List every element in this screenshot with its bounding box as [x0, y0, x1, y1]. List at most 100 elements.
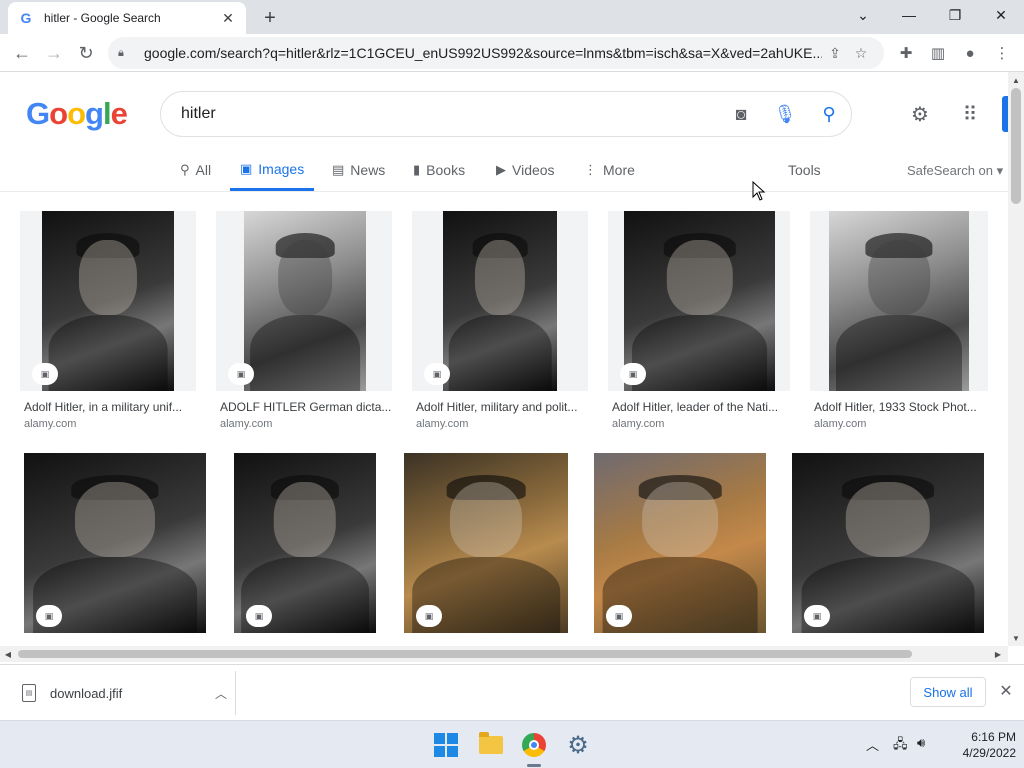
scroll-left-arrow-icon[interactable]: ◀ — [0, 646, 16, 662]
scroll-down-arrow-icon[interactable]: ▼ — [1008, 630, 1024, 646]
tab-news[interactable]: ▤ News — [332, 150, 385, 190]
close-shelf-icon[interactable]: ✕ — [996, 681, 1016, 701]
settings-gear-icon[interactable]: ⚙ — [906, 100, 934, 128]
share-icon[interactable]: ⇪ — [822, 45, 848, 62]
result-source[interactable]: alamy.com — [814, 418, 866, 430]
forward-button[interactable]: → — [40, 39, 68, 67]
file-explorer-button[interactable] — [475, 729, 507, 761]
start-button[interactable] — [430, 729, 462, 761]
tools-button[interactable]: Tools — [788, 162, 821, 178]
thumbnail-frame[interactable] — [810, 211, 988, 391]
thumbnail-frame[interactable]: ▣ — [608, 211, 790, 391]
image-result[interactable]: ▣ — [792, 453, 984, 633]
camera-icon[interactable]: ◙ — [719, 92, 763, 136]
thumbnail-frame[interactable]: ▣ — [24, 453, 206, 633]
system-clock[interactable]: 6:16 PM 4/29/2022 — [940, 729, 1016, 761]
thumbnail-frame[interactable]: ▣ — [404, 453, 568, 633]
chrome-taskbar-button[interactable] — [518, 729, 550, 767]
thumbnail-image[interactable] — [42, 211, 174, 391]
thumbnail-image[interactable] — [443, 211, 557, 391]
folder-icon — [479, 732, 503, 754]
image-result[interactable]: ▣ Adolf Hitler, leader of the Nati... al… — [608, 211, 790, 436]
extensions-icon[interactable]: ✚ — [892, 39, 920, 67]
tab-images[interactable]: ▣ Images — [230, 150, 315, 191]
tab-more[interactable]: ⋮ More — [584, 150, 635, 190]
result-caption[interactable]: Adolf Hitler, military and polit... — [416, 400, 588, 414]
minimize-button[interactable]: — — [886, 0, 932, 30]
scroll-right-arrow-icon[interactable]: ▶ — [990, 646, 1006, 662]
thumbnail-frame[interactable]: ▣ — [216, 211, 392, 391]
result-source[interactable]: alamy.com — [24, 418, 76, 430]
url-text[interactable]: google.com/search?q=hitler&rlz=1C1GCEU_e… — [144, 45, 822, 61]
thumbnail-frame[interactable]: ▣ — [20, 211, 196, 391]
thumbnail-image[interactable] — [829, 211, 969, 391]
search-box[interactable]: hitler ◙ 🎙︎ ⚲ — [160, 91, 852, 137]
windows-logo-icon — [434, 733, 458, 757]
close-tab-icon[interactable]: ✕ — [220, 10, 236, 26]
safesearch-toggle[interactable]: SafeSearch on ▾ — [907, 163, 1003, 179]
image-result[interactable]: ▣ — [24, 453, 206, 633]
image-badge-icon: ▣ — [424, 363, 450, 385]
profile-avatar-icon[interactable]: ● — [956, 39, 984, 67]
tab-all[interactable]: ⚲ All — [180, 150, 211, 190]
news-icon: ▤ — [332, 162, 345, 177]
vertical-scroll-thumb[interactable] — [1011, 88, 1021, 204]
apps-grid-icon[interactable]: ⠿ — [956, 100, 984, 128]
network-icon[interactable]: 🖧︎ — [893, 735, 908, 757]
close-window-button[interactable]: ✕ — [978, 0, 1024, 30]
vertical-scrollbar[interactable]: ▲ ▼ — [1008, 72, 1024, 646]
result-source[interactable]: alamy.com — [220, 418, 272, 430]
settings-taskbar-button[interactable]: ⚙ — [562, 729, 594, 761]
image-result[interactable]: ▣ — [234, 453, 376, 633]
chevron-up-icon[interactable]: ︿ — [866, 735, 879, 754]
microphone-icon[interactable]: 🎙︎ — [763, 92, 807, 136]
thumbnail-frame[interactable]: ▣ — [594, 453, 766, 633]
thumbnail-image[interactable] — [624, 211, 775, 391]
restore-button[interactable]: ❐ — [932, 0, 978, 30]
horizontal-scrollbar[interactable]: ◀ ▶ — [0, 646, 1008, 662]
thumbnail-frame[interactable]: ▣ — [792, 453, 984, 633]
result-caption[interactable]: ADOLF HITLER German dicta... — [220, 400, 392, 414]
thumbnail-frame[interactable]: ▣ — [412, 211, 588, 391]
horizontal-scroll-thumb[interactable] — [18, 650, 912, 658]
running-indicator — [527, 764, 541, 767]
result-caption[interactable]: Adolf Hitler, 1933 Stock Phot... — [814, 400, 986, 414]
address-bar[interactable]: 🔒︎ google.com/search?q=hitler&rlz=1C1GCE… — [108, 37, 884, 69]
chrome-icon — [522, 733, 546, 757]
show-all-button[interactable]: Show all — [910, 677, 986, 707]
side-panel-icon[interactable]: ▥ — [924, 39, 952, 67]
image-result[interactable]: ▣ Adolf Hitler, in a military unif... al… — [20, 211, 196, 436]
back-button[interactable]: ← — [8, 39, 36, 67]
bookmark-star-icon[interactable]: ☆ — [848, 45, 874, 62]
image-result[interactable]: ▣ — [594, 453, 766, 633]
tab-label: Books — [426, 162, 466, 178]
thumbnail-image[interactable] — [244, 211, 366, 391]
tab-search-button[interactable]: ⌄ — [840, 0, 886, 30]
download-filename[interactable]: download.jfif — [50, 686, 215, 701]
thumbnail-frame[interactable]: ▣ — [234, 453, 376, 633]
tab-books[interactable]: ▮ Books — [413, 150, 465, 190]
scroll-up-arrow-icon[interactable]: ▲ — [1008, 72, 1024, 88]
search-input[interactable]: hitler — [181, 105, 719, 123]
result-caption[interactable]: Adolf Hitler, in a military unif... — [24, 400, 196, 414]
logo-letter: g — [85, 96, 104, 131]
browser-tab[interactable]: G hitler - Google Search ✕ — [8, 2, 246, 34]
result-caption[interactable]: Adolf Hitler, leader of the Nati... — [612, 400, 784, 414]
result-source[interactable]: alamy.com — [612, 418, 664, 430]
search-icon[interactable]: ⚲ — [807, 92, 851, 136]
image-result[interactable]: Adolf Hitler, 1933 Stock Phot... alamy.c… — [810, 211, 988, 436]
chevron-up-icon[interactable]: ︿ — [215, 685, 235, 702]
image-result[interactable]: ▣ — [404, 453, 568, 633]
lock-icon[interactable]: 🔒︎ — [118, 47, 134, 60]
volume-icon[interactable]: 🔊︎ — [917, 735, 925, 751]
tab-videos[interactable]: ▶ Videos — [496, 150, 555, 190]
image-result[interactable]: ▣ ADOLF HITLER German dicta... alamy.com — [216, 211, 392, 436]
google-logo[interactable]: Google — [26, 96, 128, 132]
reload-button[interactable]: ↻ — [72, 39, 100, 67]
image-result[interactable]: ▣ Adolf Hitler, military and polit... al… — [412, 211, 588, 436]
download-item[interactable]: ▤ download.jfif ︿ — [14, 671, 236, 715]
chrome-menu-icon[interactable]: ⋮ — [988, 39, 1016, 67]
search-type-tabs: ⚲ All ▣ Images ▤ News ▮ Books ▶ Videos ⋮ More … — [0, 150, 1008, 192]
new-tab-button[interactable]: + — [258, 6, 282, 30]
result-source[interactable]: alamy.com — [416, 418, 468, 430]
